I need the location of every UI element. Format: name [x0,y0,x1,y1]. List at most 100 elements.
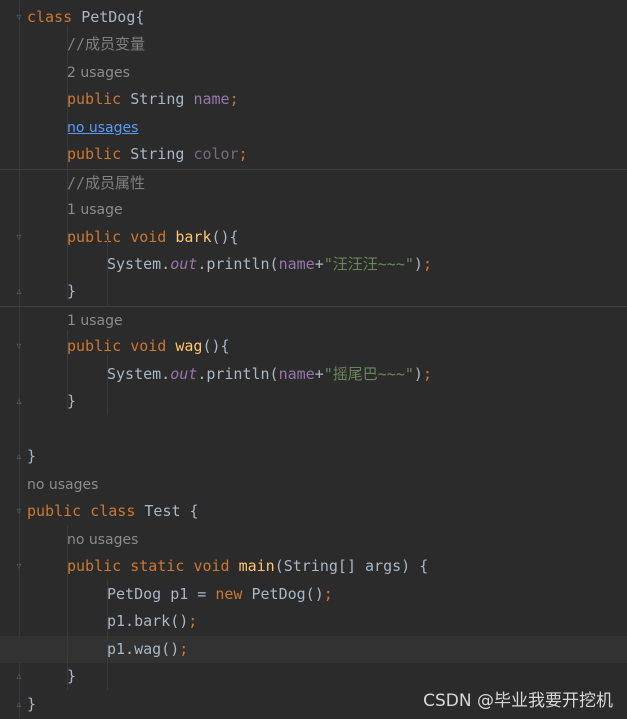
code-line[interactable]: System.out.println(name+"汪汪汪~~~"); [0,251,627,278]
code-line[interactable]: } ▵ [0,443,627,470]
code-token: } [67,667,77,685]
line-content: } [27,443,36,470]
code-token: void [193,557,239,575]
code-token: String [130,90,194,108]
fold-open-icon[interactable]: ▿ [14,13,24,23]
fold-open-icon[interactable]: ▿ [14,233,24,243]
usages-hint: no usages [67,532,139,548]
code-token: } [27,447,37,465]
code-line[interactable] [0,415,627,442]
code-line[interactable]: public class Test {▿ [0,498,627,525]
usage-hint-line[interactable]: no usages [0,114,627,141]
fold-open-icon[interactable]: ▿ [14,562,24,572]
code-token: main [238,557,275,575]
code-token: static [130,557,194,575]
usages-hint: 1 usage [67,202,123,218]
line-content: } [67,278,76,305]
code-token: ; [422,255,432,273]
code-editor[interactable]: class PetDog{ ▿ //成员变量 2 usages public Strin… [0,0,627,719]
indent-guide [67,330,68,410]
fold-close-icon[interactable]: ▵ [14,397,24,407]
code-line[interactable]: public void bark(){▿ [0,224,627,251]
code-line[interactable]: System.out.println(name+"摇尾巴~~~"); [0,361,627,388]
code-token: (String[] args) { [274,557,429,575]
code-token: ; [188,612,198,630]
line-content: no usages [27,471,98,499]
line-content: p1.bark(); [107,608,197,635]
code-token: .println( [197,365,279,383]
usage-hint-line[interactable]: 1 usage [0,196,627,223]
line-content: p1.wag(); [107,636,188,663]
line-content: System.out.println(name+"摇尾巴~~~"); [107,361,432,388]
code-token: name [193,90,230,108]
fold-open-icon[interactable]: ▿ [14,507,24,517]
code-token: class [90,502,145,520]
code-line[interactable]: //成员变量 [0,31,627,58]
indent-guide [107,240,108,305]
code-token: ; [323,585,333,603]
code-token: public [67,90,131,108]
code-line[interactable]: public void wag(){ ▿ [0,333,627,360]
code-token: } [67,392,77,410]
code-token: void [130,228,176,246]
code-line[interactable]: public String name; [0,86,627,113]
code-token: void [130,337,176,355]
code-line[interactable]: PetDog p1 = new PetDog(); [0,581,627,608]
usage-hint-line[interactable]: 1 usage [0,306,627,334]
code-token: String [130,145,194,163]
usages-hint: 1 usage [67,313,123,329]
code-token: ; [229,90,239,108]
usages-link[interactable]: no usages [67,120,138,136]
code-line[interactable]: public static void main(String[] args) {… [0,553,627,580]
fold-close-icon[interactable]: ▵ [14,287,24,297]
fold-close-icon[interactable]: ▵ [14,672,24,682]
code-token: public [67,557,131,575]
code-token: PetDog p1 = [107,585,216,603]
usages-hint: 2 usages [67,65,130,81]
line-content: public void wag(){ [67,333,230,360]
code-token: public [67,228,131,246]
usage-hint-line[interactable]: 2 usages [0,59,627,86]
code-token: (){ [211,228,239,246]
code-token: wag [175,337,203,355]
code-token: p1.bark() [107,612,189,630]
code-token: name [278,255,315,273]
code-token: System. [107,365,171,383]
watermark: CSDN @毕业我要开挖机 [423,691,613,711]
code-line[interactable]: } ▵ [0,278,627,305]
line-content: //成员变量 [67,31,145,58]
code-token: //成员变量 [67,35,146,53]
code-token: + [314,365,324,383]
code-token: new [215,585,252,603]
fold-close-icon[interactable]: ▵ [14,452,24,462]
usage-hint-line[interactable]: no usages [0,471,627,498]
code-token: PetDog{ [81,8,145,26]
code-line[interactable]: class PetDog{▿ [0,4,627,31]
code-token: "汪汪汪~~~" [323,255,414,273]
code-line[interactable]: } ▵ [0,388,627,415]
line-content: public String color; [67,141,248,168]
code-token: ; [238,145,248,163]
code-token: public [67,145,131,163]
code-token: out [170,255,198,273]
code-token: } [27,695,37,713]
code-line[interactable]: public String color; [0,141,627,168]
line-content: } [67,663,76,690]
code-token: } [67,282,77,300]
indent-guide [67,25,68,300]
line-content: 1 usage [67,307,123,335]
fold-open-icon[interactable]: ▿ [14,342,24,352]
code-token: ; [422,365,432,383]
line-content: //成员属性 [67,170,145,197]
code-line[interactable]: //成员属性 [0,169,627,197]
fold-close-icon[interactable]: ▵ [14,700,24,710]
code-token: Test { [144,502,199,520]
code-line[interactable]: p1.wag(); [0,636,627,663]
code-token: ) [413,255,423,273]
code-token: "摇尾巴~~~" [323,365,414,383]
line-content: public class Test { [27,498,199,525]
code-token: + [314,255,324,273]
usage-hint-line[interactable]: no usages [0,526,627,553]
indent-guide [107,580,108,690]
code-line[interactable]: p1.bark(); [0,608,627,635]
